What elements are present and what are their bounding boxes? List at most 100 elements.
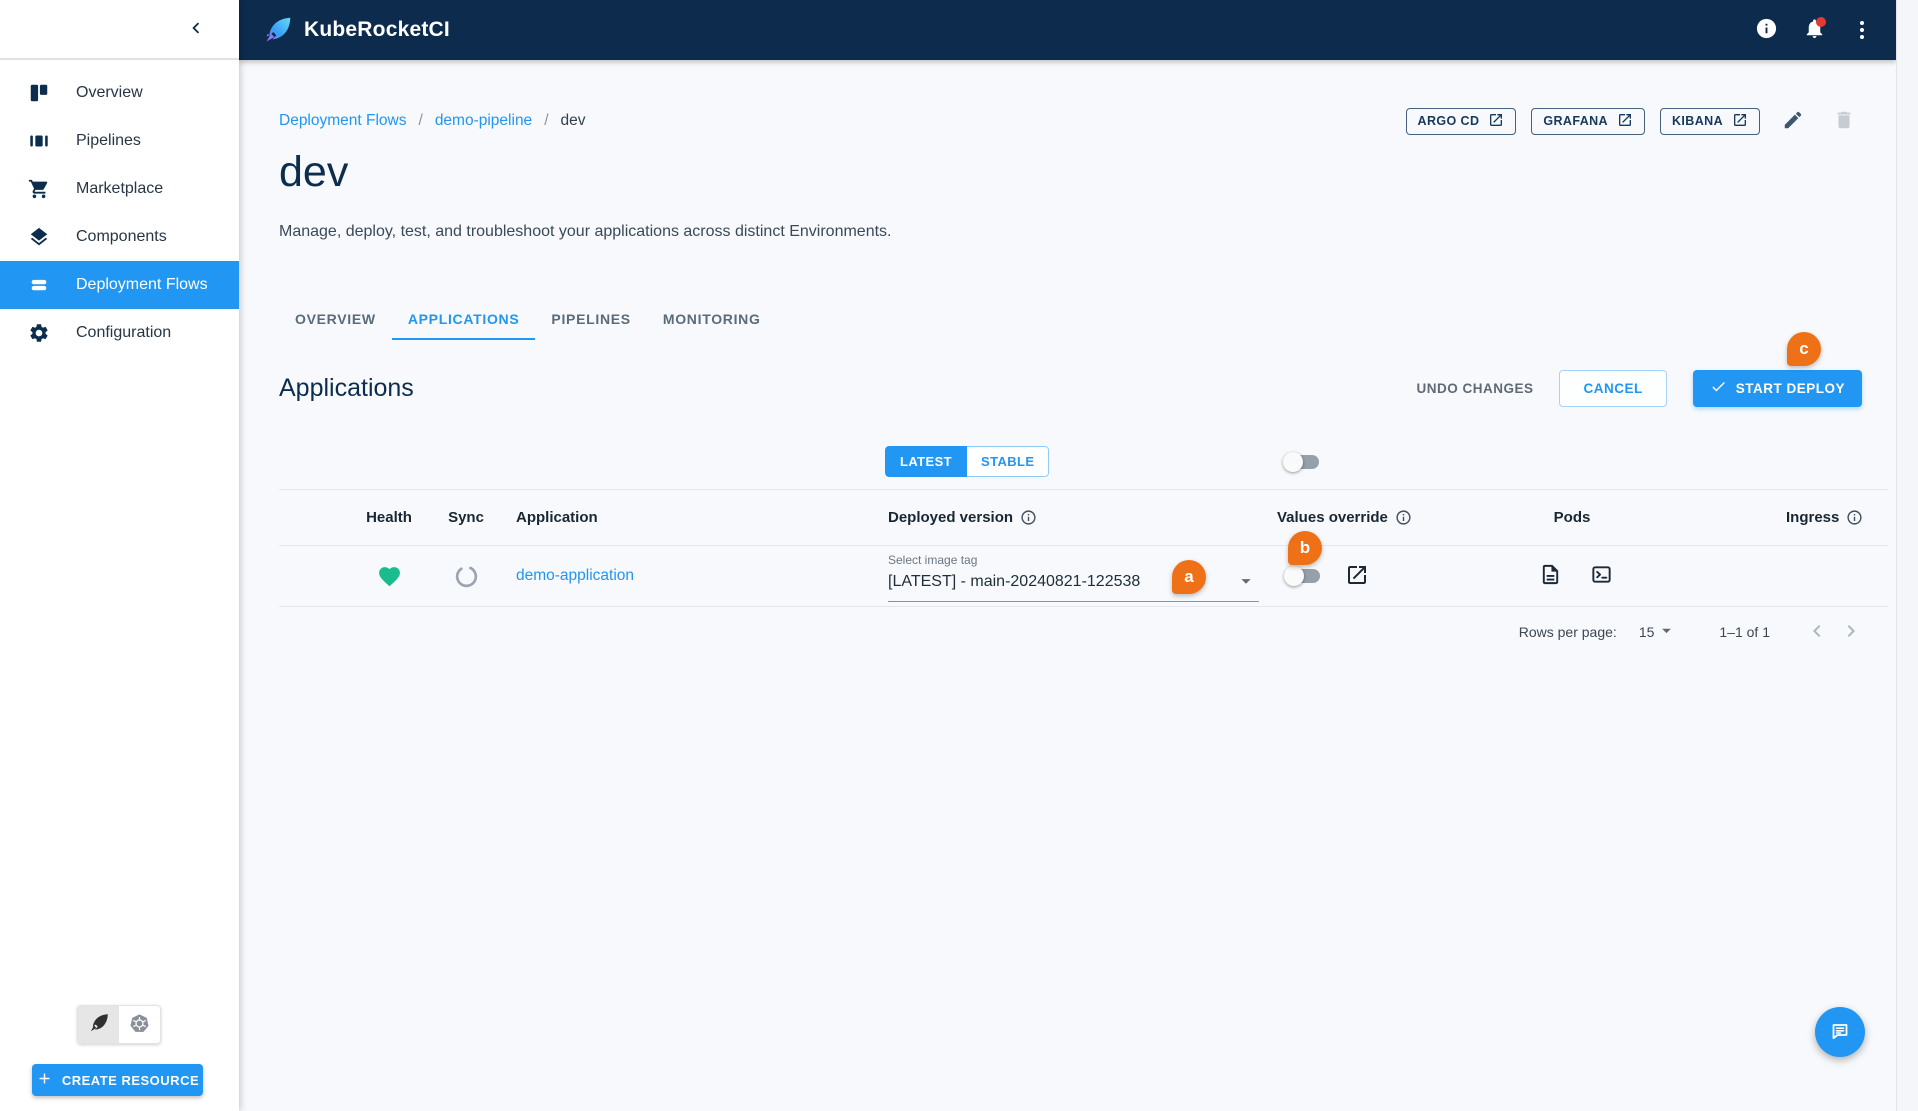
notification-badge <box>1816 17 1826 27</box>
deployment-flows-icon <box>27 273 51 297</box>
caret-down-icon <box>1656 620 1677 644</box>
main-content: Deployment Flows / demo-pipeline / dev A… <box>239 60 1896 1111</box>
kubernetes-view-button[interactable] <box>119 1006 160 1043</box>
info-icon[interactable] <box>1395 509 1412 526</box>
quick-links: ARGO CD GRAFANA KIBANA <box>1405 103 1862 139</box>
breadcrumb-demo-pipeline[interactable]: demo-pipeline <box>435 112 532 130</box>
pod-logs-button[interactable] <box>1532 558 1568 594</box>
delete-environment-button[interactable] <box>1826 103 1862 139</box>
rows-per-page-select[interactable]: 15 <box>1639 620 1678 644</box>
components-icon <box>27 225 51 249</box>
open-in-new-icon <box>1345 563 1369 590</box>
app-root: KubeRocketCI Overview Pipelines Marketpl… <box>0 0 1918 1111</box>
create-resource-label: CREATE RESOURCE <box>61 1072 200 1088</box>
kebab-icon <box>1860 21 1864 39</box>
start-deploy-label: START DEPLOY <box>1735 380 1845 396</box>
terminal-icon <box>1590 563 1613 589</box>
edit-environment-button[interactable] <box>1775 103 1811 139</box>
view-toggle-group <box>77 1005 161 1044</box>
page-title: dev <box>279 148 349 196</box>
marketplace-icon <box>27 177 51 201</box>
annotation-marker-a[interactable]: a <box>1172 560 1206 594</box>
chevron-right-icon <box>1839 619 1863 646</box>
application-link[interactable]: demo-application <box>516 567 634 585</box>
open-values-override-button[interactable] <box>1339 558 1375 594</box>
argocd-label: ARGO CD <box>1417 114 1480 128</box>
applications-section-title: Applications <box>279 373 414 402</box>
notifications-button[interactable] <box>1794 10 1834 50</box>
configuration-icon <box>27 321 51 345</box>
kebab-menu-button[interactable] <box>1842 10 1882 50</box>
sidebar-item-label: Configuration <box>76 324 172 341</box>
tab-applications[interactable]: APPLICATIONS <box>391 298 536 340</box>
rows-per-page-value: 15 <box>1638 624 1655 640</box>
sidebar-item-label: Overview <box>76 84 143 101</box>
create-resource-button[interactable]: CREATE RESOURCE <box>32 1064 203 1096</box>
scrollbar-track[interactable] <box>1896 0 1918 1111</box>
document-icon <box>1539 563 1562 589</box>
switch-thumb <box>1284 566 1304 586</box>
brand-title: KubeRocketCI <box>304 18 450 41</box>
top-app-bar: KubeRocketCI <box>239 0 1896 60</box>
sidebar-header <box>0 0 239 60</box>
sidebar-item-marketplace[interactable]: Marketplace <box>0 165 239 213</box>
header-ingress: Ingress <box>1786 490 1863 545</box>
kuberocketci-view-button[interactable] <box>78 1006 119 1043</box>
chat-assistant-button[interactable] <box>1815 1007 1865 1057</box>
grafana-label: GRAFANA <box>1543 114 1608 128</box>
page-description: Manage, deploy, test, and troubleshoot y… <box>279 223 892 240</box>
annotation-marker-c[interactable]: c <box>1787 332 1821 366</box>
next-page-button[interactable] <box>1834 615 1868 649</box>
sidebar-item-configuration[interactable]: Configuration <box>0 309 239 357</box>
sidebar-item-overview[interactable]: Overview <box>0 69 239 117</box>
header-deployed-version: Deployed version <box>888 490 1037 545</box>
pagination-range: 1–1 of 1 <box>1719 624 1770 640</box>
open-in-new-icon <box>1732 112 1748 131</box>
chat-icon <box>1828 1019 1852 1046</box>
plus-icon <box>36 1070 53 1090</box>
open-in-new-icon <box>1617 112 1633 131</box>
annotation-marker-b[interactable]: b <box>1288 531 1322 565</box>
breadcrumb-deployment-flows[interactable]: Deployment Flows <box>279 112 407 130</box>
cancel-button[interactable]: CANCEL <box>1559 369 1667 407</box>
tab-overview[interactable]: OVERVIEW <box>279 298 392 340</box>
info-icon[interactable] <box>1020 509 1037 526</box>
pod-terminal-button[interactable] <box>1583 558 1619 594</box>
previous-page-button[interactable] <box>1800 615 1834 649</box>
stable-filter-button[interactable]: STABLE <box>967 446 1050 477</box>
tab-monitoring[interactable]: MONITORING <box>647 298 777 340</box>
master-values-override-switch[interactable] <box>1283 452 1321 472</box>
trash-icon <box>1833 109 1855 134</box>
info-button[interactable] <box>1746 10 1786 50</box>
info-icon[interactable] <box>1846 509 1863 526</box>
latest-filter-button[interactable]: LATEST <box>885 446 967 477</box>
sidebar-item-pipelines[interactable]: Pipelines <box>0 117 239 165</box>
breadcrumb-separator: / <box>544 112 549 129</box>
application-cell: demo-application <box>516 546 634 606</box>
undo-changes-button[interactable]: UNDO CHANGES <box>1416 381 1533 396</box>
sidebar-item-label: Marketplace <box>76 180 164 197</box>
chevron-left-icon <box>1805 619 1829 646</box>
sidebar-item-deployment-flows[interactable]: Deployment Flows <box>0 261 239 309</box>
header-application: Application <box>516 509 598 526</box>
collapse-sidebar-button[interactable] <box>179 12 213 46</box>
start-deploy-button[interactable]: START DEPLOY <box>1692 369 1862 407</box>
topbar-actions <box>1746 10 1882 50</box>
breadcrumb-separator: / <box>418 112 423 129</box>
overview-icon <box>27 81 51 105</box>
tab-pipelines[interactable]: PIPELINES <box>535 298 646 340</box>
feather-icon <box>89 1013 109 1036</box>
image-tag-select-label: Select image tag <box>888 553 978 567</box>
argocd-button[interactable]: ARGO CD <box>1405 107 1517 135</box>
sidebar-item-components[interactable]: Components <box>0 213 239 261</box>
kibana-button[interactable]: KIBANA <box>1659 107 1760 135</box>
health-status-icon <box>377 546 402 606</box>
sync-status-icon <box>453 546 480 606</box>
sidebar-item-label: Pipelines <box>76 132 141 149</box>
table-row: demo-application Select image tag [LATES… <box>279 546 1888 607</box>
tabs: OVERVIEW APPLICATIONS PIPELINES MONITORI… <box>279 298 777 340</box>
kubernetes-icon <box>129 1013 150 1037</box>
header-pods: Pods <box>1553 509 1591 526</box>
grafana-button[interactable]: GRAFANA <box>1531 107 1645 135</box>
values-override-switch[interactable] <box>1284 566 1322 586</box>
